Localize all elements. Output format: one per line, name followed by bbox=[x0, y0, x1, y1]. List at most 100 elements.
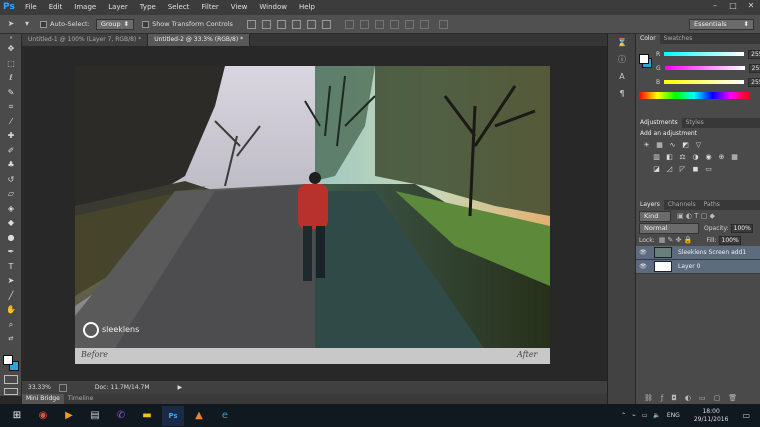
tab-adjustments[interactable]: Adjustments bbox=[636, 118, 682, 128]
align-top-icon[interactable] bbox=[246, 19, 256, 29]
mask-icon[interactable]: ◘ bbox=[671, 394, 677, 402]
threshold-icon[interactable]: ◸ bbox=[678, 165, 687, 173]
document-icon[interactable]: ▤ bbox=[84, 406, 106, 426]
trash-icon[interactable]: 🗑 bbox=[728, 394, 737, 402]
menu-filter[interactable]: Filter bbox=[195, 0, 224, 15]
posterize-icon[interactable]: ◿ bbox=[665, 165, 674, 173]
auto-align-icon[interactable] bbox=[438, 19, 448, 29]
channel-mixer-icon[interactable]: ⊕ bbox=[717, 153, 726, 161]
gradient-icon[interactable]: ▽ bbox=[694, 141, 703, 149]
r-value[interactable]: 255 bbox=[748, 49, 760, 59]
volume-icon[interactable]: 🔈 bbox=[653, 412, 660, 419]
hue-icon[interactable]: ◧ bbox=[665, 153, 674, 161]
history-icon[interactable]: ⌛ bbox=[608, 34, 636, 51]
maximize-button[interactable]: □ bbox=[724, 0, 742, 12]
b-slider[interactable] bbox=[664, 80, 745, 84]
menu-view[interactable]: View bbox=[225, 0, 254, 15]
eye-icon[interactable]: 👁 bbox=[636, 249, 650, 256]
align-hcenter-icon[interactable] bbox=[306, 19, 316, 29]
chevron-up-icon[interactable]: ⌃ bbox=[621, 412, 626, 419]
kind-filter[interactable]: Kind bbox=[639, 210, 671, 222]
menu-edit[interactable]: Edit bbox=[43, 0, 69, 15]
color-ramp[interactable] bbox=[639, 92, 749, 99]
blend-mode-dropdown[interactable]: Normal bbox=[639, 222, 699, 234]
align-left-icon[interactable] bbox=[291, 19, 301, 29]
arrow-right-icon[interactable]: ▶ bbox=[178, 384, 183, 391]
tab-channels[interactable]: Channels bbox=[664, 200, 700, 210]
menu-image[interactable]: Image bbox=[68, 0, 102, 15]
doc-tab-untitled-1[interactable]: Untitled-1 @ 100% (Layer 7, RGB/8) * bbox=[22, 34, 149, 46]
layer-row[interactable]: 👁 Sleeklens Screen add1 bbox=[636, 246, 760, 260]
brightness-icon[interactable]: ☀ bbox=[642, 141, 651, 149]
lasso-tool-icon[interactable]: ℓ bbox=[0, 71, 22, 86]
tab-layers[interactable]: Layers bbox=[636, 200, 664, 210]
properties-icon[interactable]: ⓘ bbox=[608, 51, 636, 68]
screen-mode-icon[interactable] bbox=[4, 388, 18, 395]
close-button[interactable]: ✕ bbox=[742, 0, 760, 12]
distribute-vcenter-icon[interactable] bbox=[359, 19, 369, 29]
clone-stamp-tool-icon[interactable]: ♣ bbox=[0, 158, 22, 173]
menu-help[interactable]: Help bbox=[293, 0, 321, 15]
vlc-icon[interactable]: ▲ bbox=[188, 406, 210, 426]
quick-mask-icon[interactable] bbox=[4, 375, 18, 384]
g-value[interactable]: 255 bbox=[748, 63, 760, 73]
healing-brush-tool-icon[interactable]: ✚ bbox=[0, 129, 22, 144]
tab-color[interactable]: Color bbox=[636, 34, 660, 44]
color-balance-icon[interactable]: ⚖ bbox=[678, 153, 687, 161]
move-tool-icon[interactable]: ✥ bbox=[0, 42, 22, 57]
auto-select-checkbox[interactable] bbox=[40, 20, 47, 28]
crop-tool-icon[interactable]: ⌗ bbox=[0, 100, 22, 115]
dodge-tool-icon[interactable]: ● bbox=[0, 231, 22, 246]
collapse-icon[interactable]: » bbox=[0, 34, 22, 42]
foreground-color-swatch[interactable] bbox=[3, 355, 13, 365]
quick-select-tool-icon[interactable]: ✎ bbox=[0, 86, 22, 101]
exposure-icon[interactable]: ◩ bbox=[681, 141, 690, 149]
layer-name[interactable]: Layer 0 bbox=[678, 263, 700, 270]
zoom-level[interactable]: 33.33% bbox=[28, 384, 51, 391]
distribute-top-icon[interactable] bbox=[344, 19, 354, 29]
tab-timeline[interactable]: Timeline bbox=[64, 394, 98, 404]
zoom-tool-icon[interactable]: ⌕ bbox=[0, 318, 22, 333]
blur-tool-icon[interactable]: ◆ bbox=[0, 216, 22, 231]
lookup-icon[interactable]: ▦ bbox=[730, 153, 739, 161]
tab-mini-bridge[interactable]: Mini Bridge bbox=[22, 394, 64, 404]
show-transform-checkbox[interactable] bbox=[142, 20, 150, 28]
link-icon[interactable]: ⛓ bbox=[644, 394, 653, 402]
fx-icon[interactable]: ƒ bbox=[661, 394, 663, 402]
photo-filter-icon[interactable]: ◉ bbox=[704, 153, 713, 161]
character-icon[interactable]: A bbox=[608, 68, 636, 85]
path-select-tool-icon[interactable]: ➤ bbox=[0, 274, 22, 289]
viber-icon[interactable]: ✆ bbox=[110, 406, 132, 426]
distribute-right-icon[interactable] bbox=[419, 19, 429, 29]
gradient-map-icon[interactable]: ▭ bbox=[704, 165, 713, 173]
invert-icon[interactable]: ◪ bbox=[652, 165, 661, 173]
selective-color-icon[interactable]: ◼ bbox=[691, 165, 700, 173]
marquee-tool-icon[interactable]: ⬚ bbox=[0, 57, 22, 72]
internet-explorer-icon[interactable]: e bbox=[214, 406, 236, 426]
vibrance-icon[interactable]: ▥ bbox=[652, 153, 661, 161]
clock[interactable]: 18:00 29/11/2016 bbox=[694, 408, 729, 424]
hand-tool-icon[interactable]: ✋ bbox=[0, 303, 22, 318]
eraser-tool-icon[interactable]: ▱ bbox=[0, 187, 22, 202]
curves-icon[interactable]: ∿ bbox=[668, 141, 677, 149]
menu-type[interactable]: Type bbox=[134, 0, 162, 15]
type-tool-icon[interactable]: T bbox=[0, 260, 22, 275]
b-value[interactable]: 255 bbox=[748, 77, 760, 87]
tab-swatches[interactable]: Swatches bbox=[660, 34, 697, 44]
new-layer-icon[interactable]: ▢ bbox=[714, 394, 721, 402]
levels-icon[interactable]: ▦ bbox=[655, 141, 664, 149]
menu-layer[interactable]: Layer bbox=[102, 0, 134, 15]
fill-value[interactable]: 100% bbox=[718, 235, 741, 245]
battery-icon[interactable]: ▭ bbox=[642, 412, 648, 419]
tab-styles[interactable]: Styles bbox=[682, 118, 708, 128]
windows-start-icon[interactable]: ⊞ bbox=[6, 406, 28, 426]
pen-tool-icon[interactable]: ✒ bbox=[0, 245, 22, 260]
align-bottom-icon[interactable] bbox=[276, 19, 286, 29]
shape-tool-icon[interactable]: ╱ bbox=[0, 289, 22, 304]
eyedropper-tool-icon[interactable]: ⁄ bbox=[0, 115, 22, 130]
media-player-icon[interactable]: ▶ bbox=[58, 406, 80, 426]
r-slider[interactable] bbox=[664, 52, 745, 56]
menu-file[interactable]: File bbox=[19, 0, 43, 15]
network-icon[interactable]: ⌁ bbox=[632, 412, 636, 419]
opacity-value[interactable]: 100% bbox=[730, 223, 753, 233]
